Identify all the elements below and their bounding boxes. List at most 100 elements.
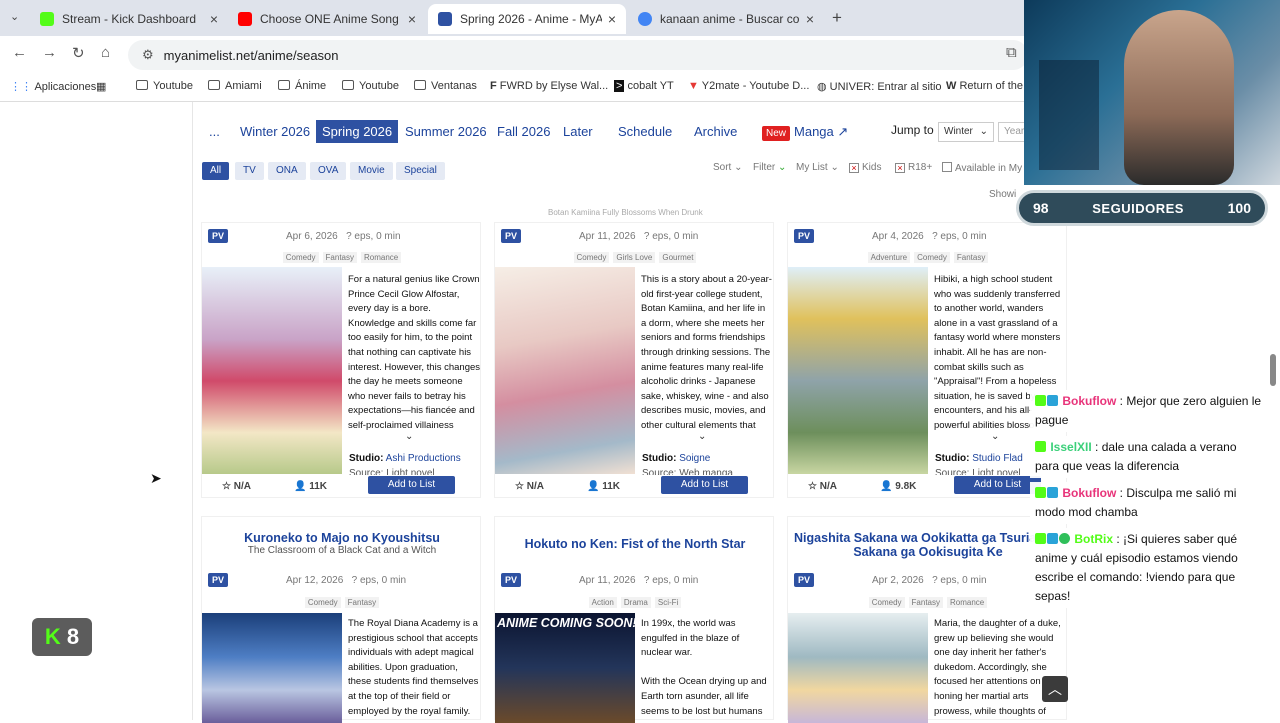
card-synopsis: This is a story about a 20-year-old firs… [641,274,772,435]
genre-tag[interactable]: Action [588,597,617,608]
season-fall-2026[interactable]: Fall 2026 [497,124,550,139]
browser-tab-kick[interactable]: Stream - Kick Dashboard × [30,4,228,34]
kids-checkbox[interactable]: × Kids [849,162,881,173]
filter-dropdown[interactable]: Filter ⌄ [753,162,786,173]
genre-tag[interactable]: Girls Love [613,252,656,263]
pv-badge[interactable]: PV [794,229,814,243]
anime-card: Nigashita Sakana wa Ookikatta ga Tsuriag… [787,516,1068,723]
filter-tab-ona[interactable]: ONA [268,162,306,180]
home-icon[interactable]: ⌂ [101,44,110,61]
genre-tag[interactable]: Comedy [304,597,341,608]
pv-badge[interactable]: PV [794,573,814,587]
bookmark-folder[interactable]: Youtube [342,80,399,92]
bookmark-univer[interactable]: ◍ UNIVER: Entrar al sitio [817,80,942,93]
browser-tab-mal[interactable]: Spring 2026 - Anime - MyAnim × [428,4,626,34]
anime-title-link[interactable]: Kuroneko to Majo no Kyoushitsu [202,531,482,545]
anime-poster[interactable] [788,613,928,723]
bookmark-folder[interactable]: Amiami [208,80,262,92]
tab-list-icon[interactable]: ⌄ [10,10,19,23]
r18-checkbox[interactable]: × R18+ [895,162,932,173]
season-schedule[interactable]: Schedule [618,124,672,139]
genre-tag[interactable]: Gourmet [659,252,697,263]
genre-tag[interactable]: Fantasy [953,252,989,263]
season-summer-2026[interactable]: Summer 2026 [405,124,487,139]
pv-badge[interactable]: PV [501,573,521,587]
forward-icon[interactable]: → [42,44,57,61]
genre-tag[interactable]: Comedy [282,252,319,263]
pv-badge[interactable]: PV [208,573,228,587]
bookmark-fwrd[interactable]: F FWRD by Elyse Wal... [490,80,608,92]
anime-poster[interactable] [495,267,635,474]
pv-badge[interactable]: PV [501,229,521,243]
genre-tag[interactable]: Fantasy [908,597,943,608]
kick-logo-icon: K [44,624,61,649]
pv-badge[interactable]: PV [208,229,228,243]
season-select[interactable]: Winter ⌄ [938,122,994,142]
add-to-list-button[interactable]: Add to List [368,476,455,494]
reload-icon[interactable]: ↻ [72,44,85,62]
anime-poster[interactable] [202,267,342,474]
genre-tag[interactable]: Drama [620,597,651,608]
kick-badge-icon [1035,533,1046,544]
season-later[interactable]: Later [563,124,593,139]
anime-title-link[interactable]: Hokuto no Ken: Fist of the North Star [495,537,775,551]
bookmark-cobalt[interactable]: > cobalt YT [614,80,674,92]
browser-tab-google[interactable]: kanaan anime - Buscar con Goo × [628,4,824,34]
genre-tag[interactable]: Romance [947,597,988,608]
bookmark-folder[interactable]: Youtube [136,80,193,92]
url-input[interactable]: ⚙ myanimelist.net/anime/season [128,40,1028,70]
studio-link[interactable]: Studio Flad [972,453,1023,464]
site-info-icon[interactable]: ⚙ [142,47,154,63]
season-nav-more[interactable]: ... [209,124,220,139]
season-winter-2026[interactable]: Winter 2026 [240,124,310,139]
grid-icon[interactable]: ▦ [96,80,106,93]
card-date: Apr 11, 2026 [579,575,636,586]
season-spring-2026[interactable]: Spring 2026 [316,120,399,143]
filter-tab-all[interactable]: All [202,162,230,180]
genre-tag[interactable]: Comedy [573,252,610,263]
chat-message: Bokuflow : Disculpa me salió mi modo mod… [1030,482,1268,524]
chevron-down-icon[interactable]: ⌄ [405,431,413,442]
anime-poster[interactable] [788,267,928,474]
scroll-to-top-button[interactable]: ︿ [1042,676,1068,702]
new-tab-icon[interactable]: + [832,8,842,28]
install-icon[interactable]: ⧉ [1006,44,1017,61]
close-icon[interactable]: × [806,11,814,27]
browser-tab-youtube[interactable]: Choose ONE Anime Song to Sa × [228,4,426,34]
anime-poster[interactable]: ANIME COMING SOON!! [495,613,635,723]
season-archive[interactable]: Archive [694,124,737,139]
sort-dropdown[interactable]: Sort ⌄ [713,162,743,173]
genre-tag[interactable]: Fantasy [344,597,380,608]
genre-tag[interactable]: Sci-Fi [654,597,682,608]
genre-tag[interactable]: Romance [361,252,402,263]
studio-link[interactable]: Soigne [679,453,710,464]
chevron-down-icon[interactable]: ⌄ [698,431,706,442]
add-to-list-button[interactable]: Add to List [954,476,1041,494]
bookmark-folder[interactable]: Ánime [278,80,326,92]
close-icon[interactable]: × [210,11,218,27]
genre-tag[interactable]: Fantasy [322,252,357,263]
close-icon[interactable]: × [608,11,616,27]
manga-link[interactable]: New Manga ↗ [762,124,848,141]
anime-poster[interactable] [202,613,342,723]
add-to-list-button[interactable]: Add to List [661,476,748,494]
bookmark-y2mate[interactable]: ▼ Y2mate - Youtube D... [688,80,809,92]
mylist-dropdown[interactable]: My List ⌄ [796,162,839,173]
filter-tab-special[interactable]: Special [396,162,445,180]
studio-link[interactable]: Ashi Productions [386,453,461,464]
close-icon[interactable]: × [408,11,416,27]
bookmark-folder[interactable]: Ventanas [414,80,477,92]
filter-tab-tv[interactable]: TV [235,162,264,180]
genre-tag[interactable]: Comedy [914,252,950,263]
page-scrollbar[interactable] [1270,354,1276,386]
back-icon[interactable]: ← [12,44,27,61]
kick-badge-icon [1035,395,1046,406]
anime-title-link[interactable]: Nigashita Sakana wa Ookikatta ga Tsuriag… [788,531,1068,559]
chevron-down-icon[interactable]: ⌄ [991,431,999,442]
filter-tab-ova[interactable]: OVA [310,162,347,180]
genre-tag[interactable]: Adventure [867,252,911,263]
genre-tag[interactable]: Comedy [868,597,905,608]
bookmark-apps[interactable]: ⋮⋮ Aplicaciones [10,80,96,93]
filter-tab-movie[interactable]: Movie [350,162,393,180]
bookmark-return[interactable]: W Return of the [946,80,1023,92]
